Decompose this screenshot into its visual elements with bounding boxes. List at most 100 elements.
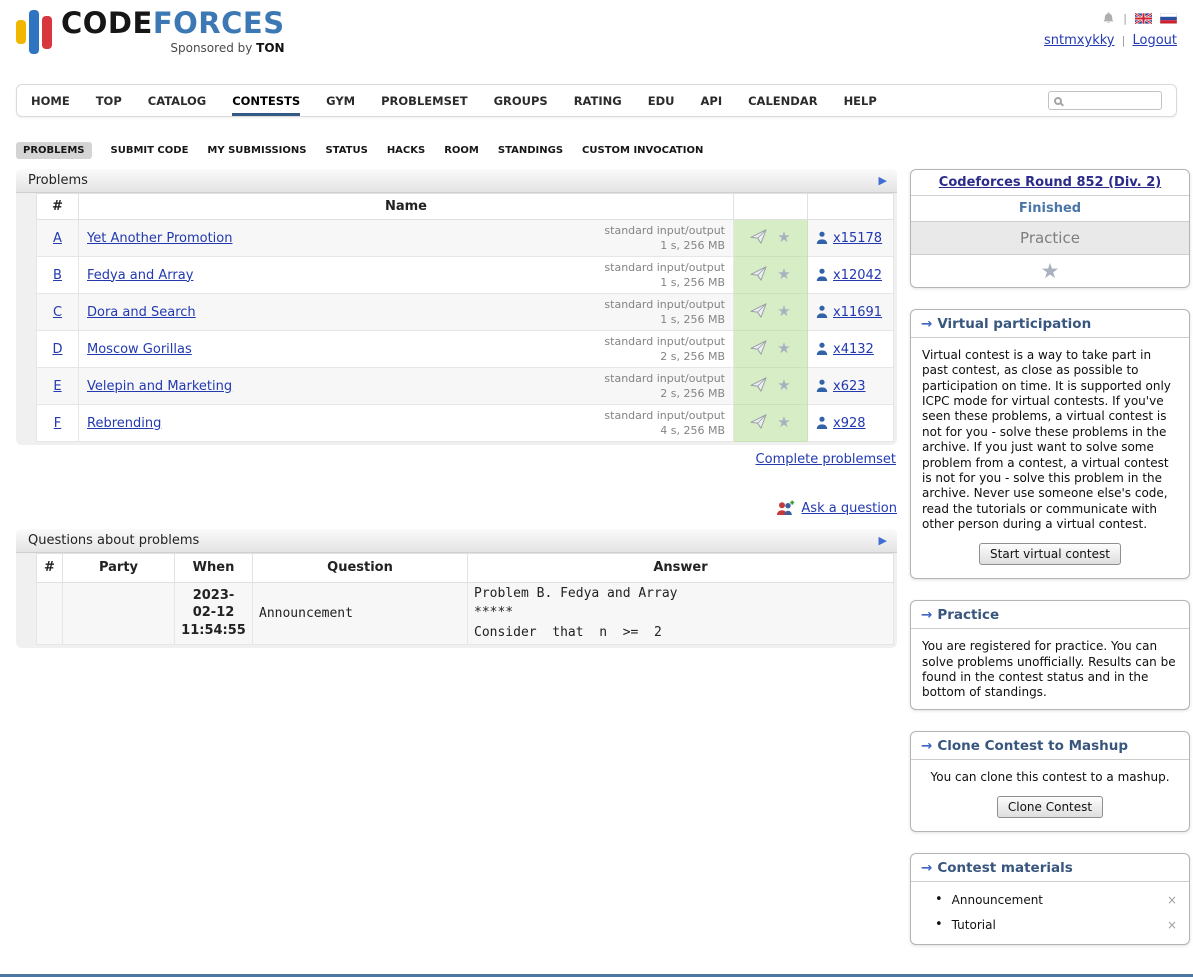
nav-item-calendar[interactable]: CALENDAR <box>748 85 817 116</box>
question-when-cell: 2023-02-12 11:54:55 <box>175 582 253 644</box>
clone-contest-button[interactable]: Clone Contest <box>997 796 1103 818</box>
col-header-name: Name <box>79 194 734 220</box>
problem-name-link[interactable]: Fedya and Array <box>87 268 193 283</box>
nav-item-catalog[interactable]: CATALOG <box>148 85 206 116</box>
solvers-icon <box>816 379 828 393</box>
favourite-star-icon[interactable]: ★ <box>777 339 790 357</box>
problem-name-link[interactable]: Moscow Gorillas <box>87 342 192 357</box>
solved-count-link[interactable]: x15178 <box>833 231 882 246</box>
page: CODEFORCES Sponsored by TON | <box>0 0 1193 966</box>
submit-plane-icon[interactable] <box>750 340 767 355</box>
problem-letter-link[interactable]: B <box>53 268 62 283</box>
nav-item-home[interactable]: HOME <box>31 85 70 116</box>
ru-flag-icon[interactable] <box>1160 13 1177 24</box>
codeforces-logo[interactable]: CODEFORCES Sponsored by TON <box>16 8 285 56</box>
favourite-star-icon[interactable]: ★ <box>777 228 790 246</box>
problems-table: # Name A Yet Another Promotion <box>36 193 894 442</box>
subnav-problems[interactable]: PROBLEMS <box>16 142 92 159</box>
subnav-custom-invocation[interactable]: CUSTOM INVOCATION <box>582 142 703 159</box>
problem-row: B Fedya and Array standard input/output1… <box>37 257 894 294</box>
submit-plane-icon[interactable] <box>750 377 767 392</box>
problem-letter-link[interactable]: D <box>52 342 62 357</box>
col-header-index: # <box>37 194 79 220</box>
sidebar-arrow-icon[interactable]: → <box>921 738 932 754</box>
nav-item-contests[interactable]: CONTESTS <box>232 85 300 116</box>
submit-plane-icon[interactable] <box>750 414 767 429</box>
material-item: • Announcement × <box>935 892 1177 907</box>
nav-item-api[interactable]: API <box>701 85 723 116</box>
nav-item-help[interactable]: HELP <box>844 85 877 116</box>
contest-title-link[interactable]: Codeforces Round 852 (Div. 2) <box>911 170 1189 196</box>
uk-flag-icon[interactable] <box>1135 13 1152 24</box>
nav-item-gym[interactable]: GYM <box>326 85 355 116</box>
material-item: • Tutorial × <box>935 917 1177 932</box>
problems-expand-arrow-icon[interactable]: ▶ <box>879 174 887 187</box>
material-announcement-link[interactable]: Announcement <box>952 893 1043 907</box>
nav-item-problemset[interactable]: PROBLEMSET <box>381 85 467 116</box>
favourite-star-icon[interactable]: ★ <box>777 302 790 320</box>
username-link[interactable]: sntmxykky <box>1044 33 1114 48</box>
material-tutorial-link[interactable]: Tutorial <box>952 918 996 932</box>
logo-text-code: CODE <box>61 6 153 40</box>
sidebar-arrow-icon[interactable]: → <box>921 316 932 332</box>
complete-problemset-link[interactable]: Complete problemset <box>756 452 896 467</box>
col-header-solved <box>808 194 894 220</box>
sidebar: Codeforces Round 852 (Div. 2) Finished P… <box>910 169 1190 966</box>
problem-name-link[interactable]: Yet Another Promotion <box>87 231 232 246</box>
problem-letter-link[interactable]: F <box>54 416 61 431</box>
question-text-cell: Announcement <box>253 582 468 644</box>
questions-expand-arrow-icon[interactable]: ▶ <box>879 534 887 547</box>
bell-icon[interactable] <box>1102 11 1115 25</box>
nav-item-rating[interactable]: RATING <box>574 85 622 116</box>
subnav-my-submissions[interactable]: MY SUBMISSIONS <box>207 142 306 159</box>
sidebar-arrow-icon[interactable]: → <box>921 607 932 623</box>
logout-link[interactable]: Logout <box>1132 33 1177 48</box>
start-virtual-contest-button[interactable]: Start virtual contest <box>979 543 1121 565</box>
subnav-hacks[interactable]: HACKS <box>387 142 425 159</box>
ask-question-link[interactable]: Ask a question <box>801 501 897 516</box>
submit-plane-icon[interactable] <box>750 266 767 281</box>
problem-name-link[interactable]: Velepin and Marketing <box>87 379 232 394</box>
contest-favourite-star-icon[interactable]: ★ <box>1041 259 1060 283</box>
nav-item-groups[interactable]: GROUPS <box>494 85 548 116</box>
problem-name-link[interactable]: Dora and Search <box>87 305 196 320</box>
problem-name-link[interactable]: Rebrending <box>87 416 161 431</box>
solved-count-link[interactable]: x12042 <box>833 268 882 283</box>
favourite-star-icon[interactable]: ★ <box>777 265 790 283</box>
sidebar-arrow-icon[interactable]: → <box>921 860 932 876</box>
problem-letter-link[interactable]: A <box>53 231 62 246</box>
nav-item-top[interactable]: TOP <box>96 85 122 116</box>
problems-header-row: # Name <box>37 194 894 220</box>
practice-caption: →Practice <box>911 601 1189 629</box>
favourite-star-icon[interactable]: ★ <box>777 413 790 431</box>
subnav-submit-code[interactable]: SUBMIT CODE <box>111 142 189 159</box>
problems-caption-bar: Problems ▶ <box>16 169 897 193</box>
contest-mode: Practice <box>911 222 1189 255</box>
nav-item-edu[interactable]: EDU <box>648 85 675 116</box>
submit-plane-icon[interactable] <box>750 229 767 244</box>
favourite-star-icon[interactable]: ★ <box>777 376 790 394</box>
qcol-header-index: # <box>37 554 63 583</box>
problem-letter-link[interactable]: C <box>53 305 62 320</box>
problem-row: F Rebrending standard input/output4 s, 2… <box>37 405 894 442</box>
practice-box: →Practice You are registered for practic… <box>910 600 1190 709</box>
solved-count-link[interactable]: x623 <box>833 379 866 394</box>
problem-letter-link[interactable]: E <box>53 379 61 394</box>
problem-limits: 2 s, 256 MB <box>604 386 725 401</box>
question-date: 2023-02-12 <box>181 587 246 622</box>
questions-table: # Party When Question Answer <box>36 553 894 645</box>
subnav-room[interactable]: ROOM <box>444 142 479 159</box>
submit-plane-icon[interactable] <box>750 303 767 318</box>
qcol-header-question: Question <box>253 554 468 583</box>
search-input[interactable] <box>1067 93 1156 109</box>
remove-material-icon[interactable]: × <box>1167 893 1177 907</box>
qcol-header-party: Party <box>63 554 175 583</box>
solved-count-link[interactable]: x928 <box>833 416 866 431</box>
solved-count-link[interactable]: x11691 <box>833 305 882 320</box>
questions-header-row: # Party When Question Answer <box>37 554 894 583</box>
subnav-status[interactable]: STATUS <box>325 142 367 159</box>
questions-caption: Questions about problems <box>28 533 199 548</box>
remove-material-icon[interactable]: × <box>1167 918 1177 932</box>
solved-count-link[interactable]: x4132 <box>833 342 874 357</box>
subnav-standings[interactable]: STANDINGS <box>498 142 563 159</box>
